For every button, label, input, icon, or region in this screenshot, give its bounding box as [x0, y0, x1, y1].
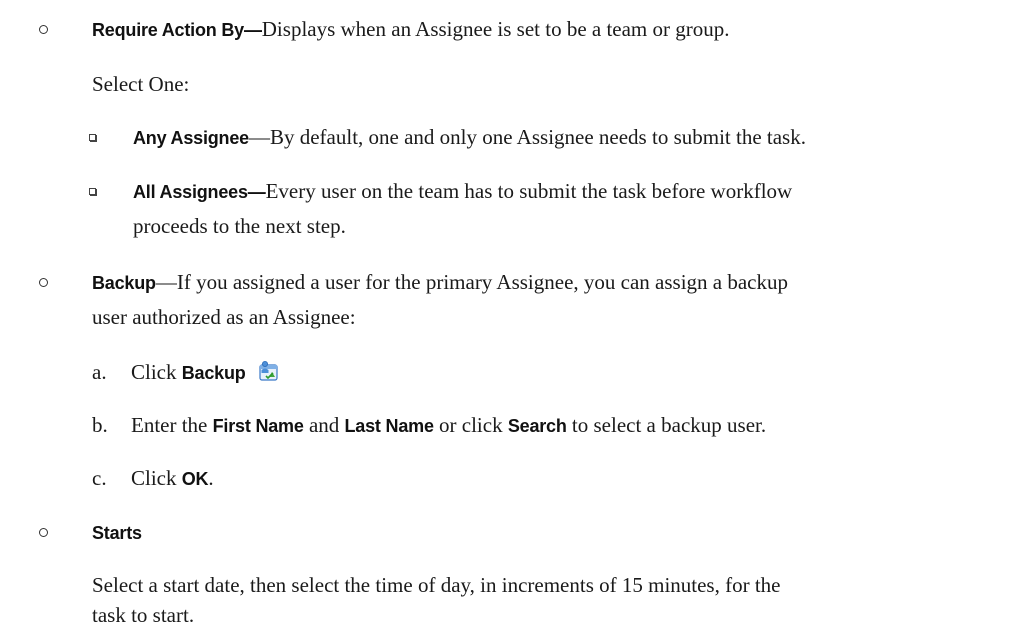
require-action-title: Require Action By—	[92, 20, 262, 40]
backup-desc: If you assigned a user for the primary A…	[176, 270, 788, 294]
document-page: Require Action By—Displays when an Assig…	[0, 0, 1021, 630]
square-bullet	[89, 188, 96, 195]
backup-line: Backup—If you assigned a user for the pr…	[92, 267, 788, 298]
step-marker: a.	[92, 360, 107, 384]
circle-bullet	[39, 25, 48, 34]
all-assignees-desc-cont: proceeds to the next step.	[133, 214, 346, 238]
em-dash: —	[248, 125, 270, 149]
backup-desc-cont: user authorized as an Assignee:	[92, 305, 356, 329]
backup-user-icon	[257, 360, 279, 390]
step-c-line: Click OK.	[131, 463, 214, 494]
step-marker: c.	[92, 466, 107, 490]
any-assignee-title: Any Assignee	[133, 128, 249, 148]
any-assignee-desc: By default, one and only one Assignee ne…	[269, 125, 806, 149]
starts-title-line: Starts	[92, 517, 142, 548]
last-name-ref: Last Name	[344, 416, 434, 436]
ok-ref: OK	[181, 469, 209, 489]
select-one-label: Select One:	[92, 72, 190, 96]
starts-desc-cont: task to start.	[92, 603, 195, 627]
search-ref: Search	[507, 416, 567, 436]
circle-bullet	[39, 528, 48, 537]
all-assignees-title: All Assignees—	[133, 182, 266, 202]
step-b-text: or click	[433, 413, 508, 437]
require-action-desc: Displays when an Assignee is set to be a…	[261, 17, 730, 41]
step-a-text: Click	[131, 360, 182, 384]
step-a-line: Click Backup	[131, 357, 279, 390]
step-c-text: Click	[131, 466, 182, 490]
require-action-line: Require Action By—Displays when an Assig…	[92, 14, 730, 45]
all-assignees-desc: Every user on the team has to submit the…	[265, 179, 793, 203]
any-assignee-line: Any Assignee—By default, one and only on…	[133, 122, 806, 153]
backup-button-ref: Backup	[181, 363, 246, 383]
first-name-ref: First Name	[212, 416, 304, 436]
starts-title: Starts	[92, 523, 142, 543]
step-b-text: and	[303, 413, 345, 437]
step-b-text: to select a backup user.	[566, 413, 767, 437]
circle-bullet	[39, 278, 48, 287]
square-bullet	[89, 134, 96, 141]
step-marker: b.	[92, 413, 108, 437]
all-assignees-line: All Assignees—Every user on the team has…	[133, 176, 792, 207]
em-dash: —	[155, 270, 177, 294]
step-b-line: Enter the First Name and Last Name or cl…	[131, 410, 766, 441]
starts-desc: Select a start date, then select the tim…	[92, 573, 781, 597]
backup-title: Backup	[92, 273, 156, 293]
step-b-text: Enter the	[131, 413, 213, 437]
step-c-text: .	[208, 466, 214, 490]
